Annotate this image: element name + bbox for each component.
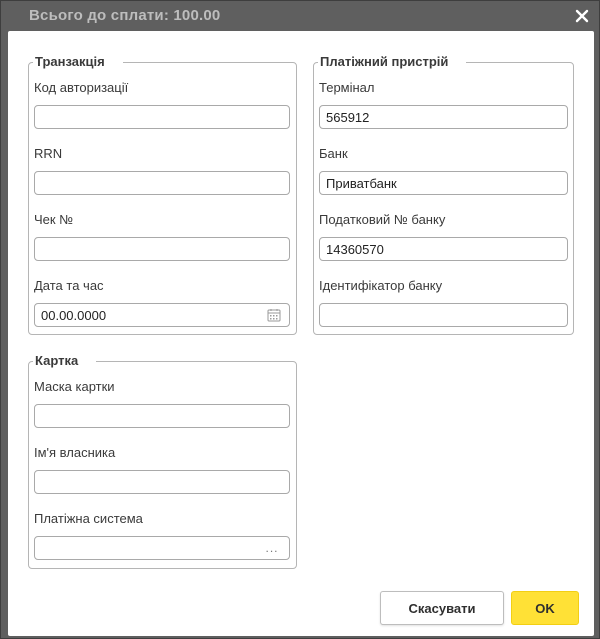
cancel-button[interactable]: Скасувати bbox=[380, 591, 504, 625]
close-icon bbox=[575, 9, 589, 23]
rrn-label: RRN bbox=[34, 146, 63, 161]
bank-tax-number-label: Податковий № банку bbox=[319, 212, 446, 227]
bank-id-label: Ідентифікатор банку bbox=[319, 278, 443, 293]
rrn-input[interactable] bbox=[34, 171, 290, 195]
card-mask-input[interactable] bbox=[34, 404, 290, 428]
payment-system-select-button[interactable]: ... bbox=[261, 540, 283, 556]
payment-device-legend: Платіжний пристрій bbox=[318, 54, 467, 70]
ok-button[interactable]: OK bbox=[511, 591, 579, 625]
calendar-icon bbox=[267, 309, 281, 322]
terminal-label: Термінал bbox=[319, 80, 375, 95]
bank-label: Банк bbox=[319, 146, 348, 161]
card-group: Картка Маска картки Ім'я власника Платіж… bbox=[28, 353, 297, 569]
receipt-input[interactable] bbox=[34, 237, 290, 261]
card-legend: Картка bbox=[33, 353, 97, 369]
close-button[interactable] bbox=[571, 5, 593, 27]
dialog-titlebar: Всього до сплати: 100.00 bbox=[1, 1, 599, 31]
card-holder-input[interactable] bbox=[34, 470, 290, 494]
bank-id-input[interactable] bbox=[319, 303, 568, 327]
terminal-input[interactable] bbox=[319, 105, 568, 129]
payment-system-label: Платіжна система bbox=[34, 511, 143, 526]
auth-code-input[interactable] bbox=[34, 105, 290, 129]
ellipsis-icon: ... bbox=[265, 541, 279, 555]
bank-input[interactable] bbox=[319, 171, 568, 195]
datetime-label: Дата та час bbox=[34, 278, 104, 293]
dialog-body: Транзакція Код авторизації RRN Чек № Дат… bbox=[8, 31, 594, 636]
dialog-title: Всього до сплати: 100.00 bbox=[29, 7, 221, 24]
transaction-legend: Транзакція bbox=[33, 54, 123, 70]
receipt-label: Чек № bbox=[34, 212, 74, 227]
card-holder-label: Ім'я власника bbox=[34, 445, 116, 460]
payment-system-input[interactable] bbox=[34, 536, 290, 560]
datetime-picker-button[interactable] bbox=[266, 307, 282, 323]
payment-dialog: Всього до сплати: 100.00 Транзакція Код … bbox=[0, 0, 600, 639]
card-mask-label: Маска картки bbox=[34, 379, 115, 394]
transaction-group: Транзакція Код авторизації RRN Чек № Дат… bbox=[28, 54, 297, 335]
auth-code-label: Код авторизації bbox=[34, 80, 129, 95]
bank-tax-number-input[interactable] bbox=[319, 237, 568, 261]
payment-device-group: Платіжний пристрій Термінал Банк Податко… bbox=[313, 54, 574, 335]
datetime-input[interactable] bbox=[34, 303, 290, 327]
